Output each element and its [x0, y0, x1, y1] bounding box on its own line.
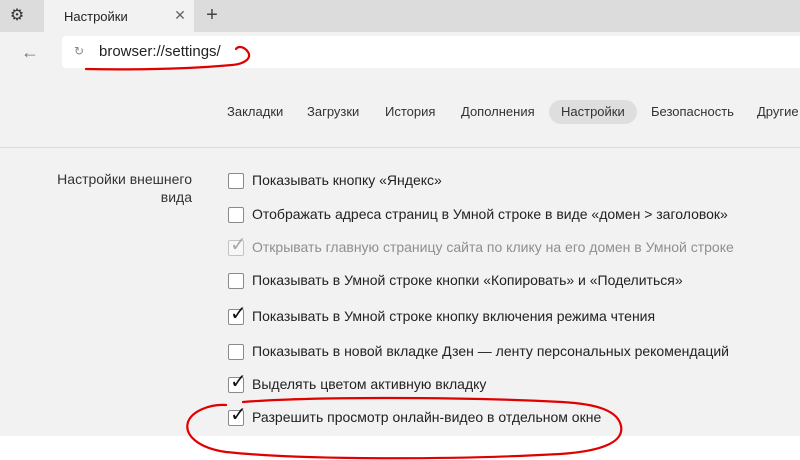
option-label: Отображать адреса страниц в Умной строке… — [252, 206, 728, 222]
option-label: Разрешить просмотр онлайн-видео в отдель… — [252, 409, 602, 425]
address-toolbar: ← ↻ browser://settings/ — [0, 32, 800, 72]
nav-extensions[interactable]: Дополнения — [449, 100, 547, 124]
tab-title: Настройки — [64, 9, 128, 24]
plus-icon[interactable]: + — [202, 5, 222, 25]
nav-bookmarks[interactable]: Закладки — [215, 100, 295, 124]
address-bar[interactable]: ↻ browser://settings/ — [62, 36, 800, 68]
option-label: Показывать кнопку «Яндекс» — [252, 172, 442, 188]
checkbox[interactable] — [228, 344, 244, 360]
checkbox[interactable]: ✓ — [228, 405, 247, 426]
active-tab[interactable]: Настройки ✕ — [44, 0, 194, 32]
checkbox[interactable] — [228, 207, 244, 223]
checkbox[interactable]: ✓ — [228, 235, 247, 256]
nav-history[interactable]: История — [373, 100, 447, 124]
checkmark-icon: ✓ — [230, 234, 247, 256]
nav-security[interactable]: Безопасность — [639, 100, 746, 124]
checkbox[interactable] — [228, 273, 244, 289]
nav-divider — [0, 147, 800, 148]
nav-downloads[interactable]: Загрузки — [295, 100, 371, 124]
option-label: Показывать в Умной строке кнопки «Копиро… — [252, 272, 683, 288]
option-label: Выделять цветом активную вкладку — [252, 376, 487, 392]
option-label: Открывать главную страницу сайта по клик… — [252, 239, 734, 255]
bottom-strip — [0, 436, 800, 460]
checkbox[interactable] — [228, 173, 244, 189]
checkbox[interactable]: ✓ — [228, 304, 247, 325]
gear-icon[interactable]: ⚙ — [8, 7, 26, 25]
settings-page: Закладки Загрузки История Дополнения Нас… — [0, 72, 800, 436]
tab-strip: ⚙ Настройки ✕ + — [0, 0, 800, 32]
checkmark-icon: ✓ — [230, 303, 247, 325]
option-label: Показывать в новой вкладке Дзен — ленту … — [252, 343, 729, 359]
close-icon[interactable]: ✕ — [172, 7, 188, 23]
checkmark-icon: ✓ — [230, 404, 247, 426]
section-label-appearance: Настройки внешнего вида — [57, 171, 192, 205]
checkmark-icon: ✓ — [230, 371, 247, 393]
nav-other[interactable]: Другие — [745, 100, 800, 124]
back-arrow-icon[interactable]: ← — [20, 42, 40, 62]
checkbox[interactable]: ✓ — [228, 372, 247, 393]
nav-settings[interactable]: Настройки — [549, 100, 637, 124]
url-text[interactable]: browser://settings/ — [99, 43, 221, 60]
option-label: Показывать в Умной строке кнопку включен… — [252, 308, 656, 324]
reload-icon[interactable]: ↻ — [72, 44, 86, 58]
